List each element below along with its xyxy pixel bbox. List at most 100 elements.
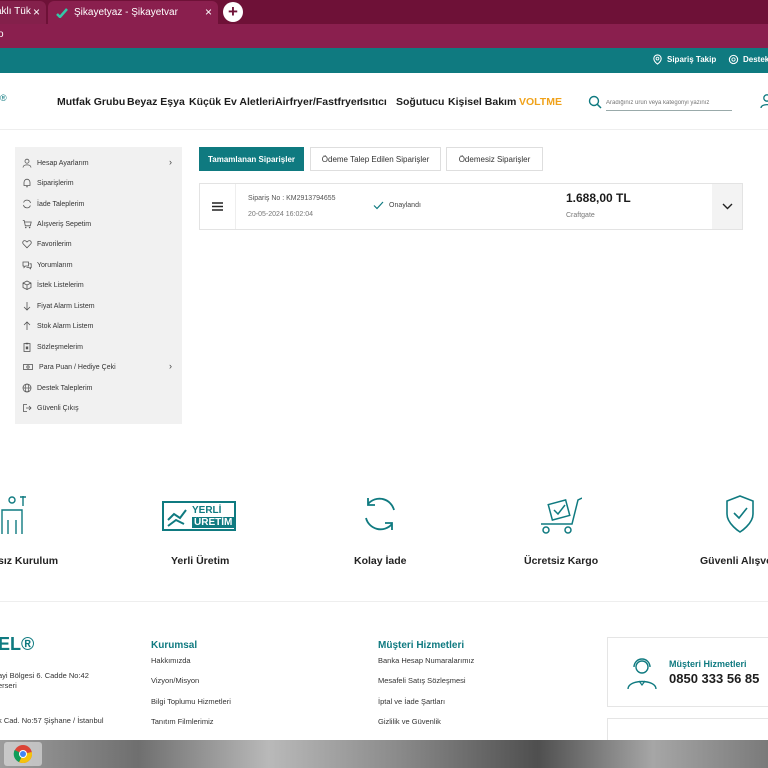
sidebar-item-para-puan[interactable]: Para Puan / Hediye Çeki › xyxy=(22,360,172,374)
order-card[interactable]: Sipariş No : KM2913794655 20-05-2024 16:… xyxy=(199,183,743,230)
order-date: 20-05-2024 16:02:04 xyxy=(248,211,313,218)
main-header: ® Mutfak Grubu Beyaz Eşya Küçük Ev Aletl… xyxy=(0,73,768,130)
location-pin-icon xyxy=(653,54,662,65)
sidebar-item-label: Stok Alarm Listem xyxy=(37,322,94,330)
arrow-down-icon xyxy=(23,302,31,311)
support-link[interactable]: Destek xyxy=(728,54,768,65)
sidebar-item-guvenli-cikis[interactable]: Güvenli Çıkış xyxy=(22,401,172,415)
footer-link[interactable]: Vizyon/Misyon xyxy=(151,676,199,685)
address-fragment: o xyxy=(0,29,4,40)
support-gear-icon xyxy=(728,54,739,65)
chevron-right-icon: › xyxy=(169,157,172,167)
tab-close-icon[interactable]: × xyxy=(33,5,40,19)
sidebar-item-stok-alarm-listem[interactable]: Stok Alarm Listem xyxy=(22,319,172,333)
sidebar-item-label: Sözleşmelerim xyxy=(37,343,83,351)
checkmark-icon xyxy=(373,201,384,210)
nav-airfryer[interactable]: Airfryer/Fastfryer xyxy=(275,96,361,108)
os-taskbar xyxy=(0,740,768,768)
support-phone[interactable]: 0850 333 56 85 xyxy=(669,671,759,686)
order-menu-button[interactable] xyxy=(200,184,236,229)
account-icon[interactable] xyxy=(760,93,768,109)
order-payment-provider: Craftgate xyxy=(566,212,595,219)
feature-secure-shopping: Güvenli Alışve xyxy=(700,555,768,567)
tools-person-icon xyxy=(1,496,26,534)
money-icon xyxy=(23,364,33,370)
sidebar-item-sozlesmelerim[interactable]: Sözleşmelerim xyxy=(22,340,172,354)
sidebar-item-label: Alışveriş Sepetim xyxy=(37,220,92,228)
sidebar-item-label: Güvenli Çıkış xyxy=(37,404,79,412)
bell-icon xyxy=(23,178,31,188)
return-cycle-icon xyxy=(365,497,395,531)
nav-voltme[interactable]: VOLTME xyxy=(519,96,562,108)
chevron-down-icon xyxy=(722,203,732,210)
nav-mutfak-grubu[interactable]: Mutfak Grubu xyxy=(57,96,125,108)
footer-link[interactable]: Banka Hesap Numaralarımız xyxy=(378,656,474,665)
nav-kisisel-bakim[interactable]: Kişisel Bakım xyxy=(448,96,516,108)
sidebar-item-alisveris-sepetim[interactable]: Alışveriş Sepetim xyxy=(22,217,172,231)
browser-tab-active[interactable]: Şikayetyaz - Şikayetvar × xyxy=(48,1,218,24)
order-status: Onaylandı xyxy=(373,201,421,210)
box-icon xyxy=(22,280,32,290)
search-icon[interactable] xyxy=(588,95,602,109)
badge-line: YERLİ xyxy=(192,505,222,516)
hamburger-icon xyxy=(212,202,223,211)
feature-free-shipping: Ücretsiz Kargo xyxy=(524,555,599,567)
feature-easy-return: Kolay İade xyxy=(354,555,407,567)
footer-link[interactable]: Gizlilik ve Güvenlik xyxy=(378,717,441,726)
nav-beyaz-esya[interactable]: Beyaz Eşya xyxy=(127,96,185,108)
sidebar-item-fiyat-alarm-listem[interactable]: Fiyat Alarm Listem xyxy=(22,299,172,313)
headset-agent-icon xyxy=(627,658,657,690)
logout-icon xyxy=(23,404,32,412)
tab-unpaid-orders[interactable]: Ödemesiz Siparişler xyxy=(446,147,543,171)
order-status-label: Onaylandı xyxy=(389,202,421,209)
order-expand-button[interactable] xyxy=(712,184,742,229)
nav-isitici[interactable]: Isıtıcı xyxy=(360,96,387,108)
footer-link[interactable]: İptal ve İade Şartları xyxy=(378,697,445,706)
sidebar-item-siparislerim[interactable]: Siparişlerim xyxy=(22,176,172,190)
account-sidebar: Hesap Ayarlarım › Siparişlerim İade Tale… xyxy=(15,147,182,424)
globe-icon xyxy=(22,383,32,393)
sidebar-item-destek-taleplerim[interactable]: Destek Taleplerim xyxy=(22,381,172,395)
delivery-cart-icon xyxy=(541,497,582,534)
support-card[interactable]: Müşteri Hizmetleri 0850 333 56 85 xyxy=(607,637,768,707)
browser-tab[interactable]: aklı Tük × xyxy=(0,1,46,24)
footer-heading-corporate: Kurumsal xyxy=(151,640,198,651)
new-tab-button[interactable]: + xyxy=(223,2,243,22)
sidebar-item-label: İstek Listelerim xyxy=(37,281,84,289)
sidebar-item-favorilerim[interactable]: Favorilerim xyxy=(22,237,172,251)
address-line: k Cad. No:57 Şişhane / İstanbul xyxy=(0,716,104,725)
footer-link[interactable]: Bilgi Toplumu Hizmetleri xyxy=(151,697,231,706)
sidebar-item-label: İade Taleplerim xyxy=(37,200,85,208)
sidebar-item-label: Siparişlerim xyxy=(37,179,74,187)
tab-title: aklı Tük xyxy=(0,6,31,17)
footer-link[interactable]: Hakkımızda xyxy=(151,656,191,665)
tab-payment-requested-orders[interactable]: Ödeme Talep Edilen Siparişler xyxy=(310,147,441,171)
comments-icon xyxy=(22,261,32,270)
chrome-taskbar-button[interactable] xyxy=(4,742,42,766)
search-input[interactable] xyxy=(606,95,732,111)
sidebar-item-iade-taleplerim[interactable]: İade Taleplerim xyxy=(22,197,172,211)
footer-link[interactable]: Tanıtım Filmlerimiz xyxy=(151,717,214,726)
order-tracking-label: Sipariş Takip xyxy=(667,55,717,64)
footer-logo[interactable]: EL® xyxy=(0,634,34,655)
footer-link[interactable]: Mesafeli Satış Sözleşmesi xyxy=(378,676,466,685)
sikayetvar-favicon-icon xyxy=(56,7,68,18)
sidebar-item-yorumlarim[interactable]: Yorumlarım xyxy=(22,258,172,272)
refresh-icon xyxy=(23,199,31,209)
sidebar-item-hesap-ayarlarim[interactable]: Hesap Ayarlarım › xyxy=(22,156,172,170)
chrome-icon xyxy=(13,745,33,764)
sidebar-item-label: Destek Taleplerim xyxy=(37,384,93,392)
divider xyxy=(0,601,768,602)
nav-kucuk-ev-aletleri[interactable]: Küçük Ev Aletleri xyxy=(189,96,275,108)
sidebar-item-istek-listelerim[interactable]: İstek Listelerim xyxy=(22,278,172,292)
chevron-right-icon: › xyxy=(169,361,172,371)
tab-close-icon[interactable]: × xyxy=(205,5,212,19)
nav-sogutucu[interactable]: Soğutucu xyxy=(396,96,444,108)
logo-fragment[interactable]: ® xyxy=(0,93,7,103)
sidebar-item-label: Yorumlarım xyxy=(37,261,73,269)
order-tracking-link[interactable]: Sipariş Takip xyxy=(652,54,716,65)
tab-completed-orders[interactable]: Tamamlanan Siparişler xyxy=(199,147,304,171)
browser-address-bar[interactable]: o xyxy=(0,24,768,48)
footer-heading-customer-services: Müşteri Hizmetleri xyxy=(378,640,465,651)
tab-title: Şikayetyaz - Şikayetvar xyxy=(74,7,178,18)
